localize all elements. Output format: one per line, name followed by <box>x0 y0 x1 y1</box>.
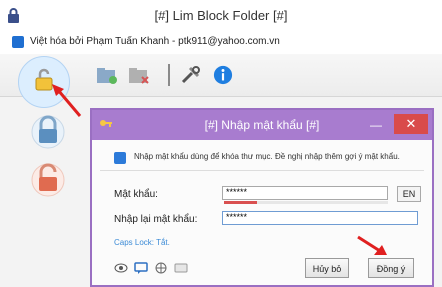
window-title: [#] Lim Block Folder [#] <box>154 8 288 23</box>
password-strength-bar <box>224 201 388 204</box>
unlocked-folder-icon[interactable] <box>30 158 66 198</box>
dialog-title-bar: [#] Nhập mật khẩu [#] — ✕ <box>92 110 432 140</box>
divider <box>100 170 424 171</box>
show-password-icon[interactable] <box>114 262 128 274</box>
language-button[interactable]: EN <box>397 186 421 202</box>
minimize-button[interactable]: — <box>368 118 384 132</box>
credits-text: Việt hóa bởi Phạm Tuấn Khanh - ptk911@ya… <box>30 36 280 47</box>
toolbar-separator <box>168 64 170 86</box>
cancel-button[interactable]: Hủy bỏ <box>305 258 349 278</box>
globe-icon[interactable] <box>154 262 168 274</box>
confirm-password-label: Nhập lại mật khẩu: <box>114 214 198 225</box>
password-input[interactable]: ****** <box>222 186 388 200</box>
keyboard-icon[interactable] <box>174 262 188 274</box>
settings-icon[interactable] <box>180 65 202 85</box>
info-icon[interactable] <box>212 65 234 85</box>
info-note-icon <box>114 152 126 164</box>
close-button[interactable]: ✕ <box>394 114 428 134</box>
pointer-arrow-ok <box>357 235 387 255</box>
title-bar: [#] Lim Block Folder [#] <box>0 0 442 31</box>
folder-list <box>18 110 78 280</box>
app-icon <box>12 36 24 48</box>
add-folder-icon[interactable] <box>96 65 118 85</box>
password-label: Mật khẩu: <box>114 189 158 200</box>
ok-button[interactable]: Đồng ý <box>368 258 414 278</box>
caps-lock-status: Caps Lock: Tắt. <box>114 238 170 247</box>
password-strength-fill <box>224 201 257 204</box>
password-dialog: [#] Nhập mật khẩu [#] — ✕ Nhập mật khẩu … <box>90 108 434 287</box>
hint-icon[interactable] <box>134 262 148 274</box>
info-text: Nhập mật khẩu dùng để khóa thư mục. Đề n… <box>134 152 400 161</box>
confirm-password-input[interactable]: ****** <box>222 211 418 225</box>
remove-folder-icon[interactable] <box>128 65 150 85</box>
main-window: [#] Lim Block Folder [#] Việt hóa bởi Ph… <box>0 0 442 287</box>
credits-bar: Việt hóa bởi Phạm Tuấn Khanh - ptk911@ya… <box>0 30 442 54</box>
pointer-arrow-lock <box>52 84 82 117</box>
